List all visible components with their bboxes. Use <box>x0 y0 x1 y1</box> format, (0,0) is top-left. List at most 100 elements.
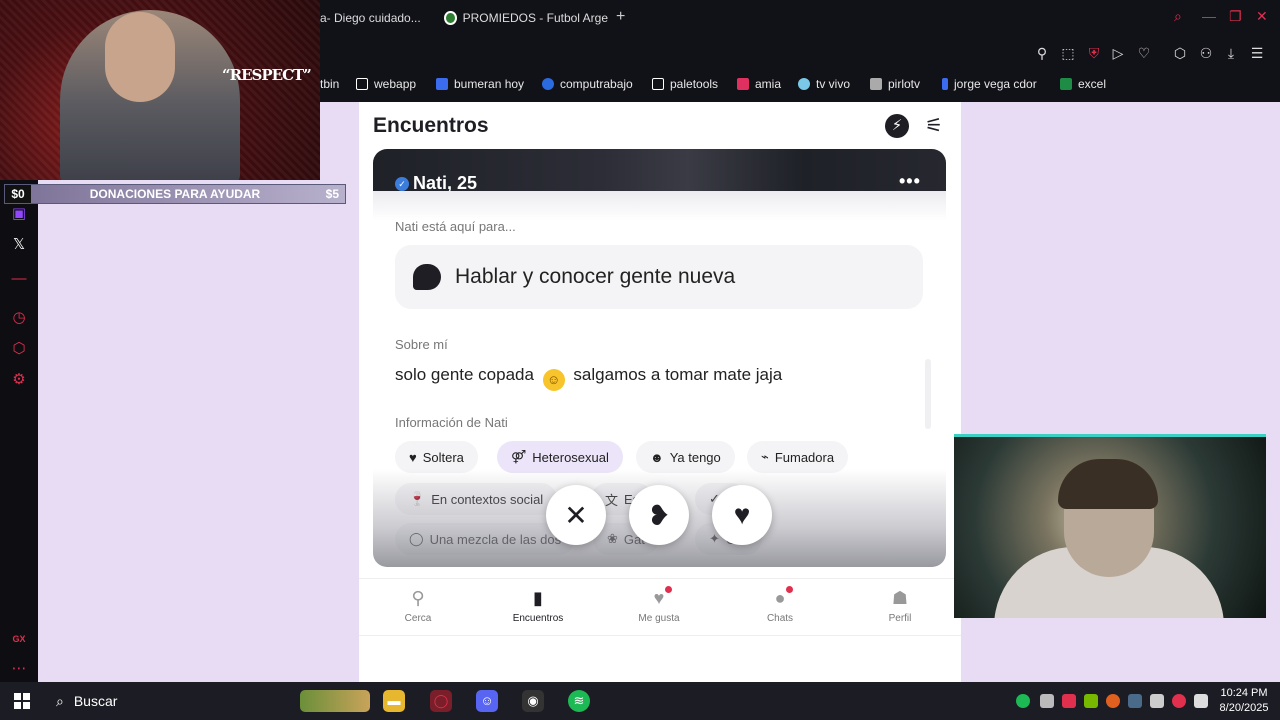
extensions-icon[interactable]: ⬡ <box>1172 45 1188 61</box>
clock-date: 8/20/2025 <box>1219 702 1269 714</box>
taskbar-clock[interactable]: 10:24 PM 8/20/2025 <box>1216 686 1272 716</box>
steam-tray-icon[interactable] <box>1128 694 1142 708</box>
bookmark-label: excel <box>1078 77 1107 91</box>
tab-label: PROMIEDOS - Futbol Arge <box>462 11 608 25</box>
bookmark-jorge-vega[interactable]: jorge vega cdor <box>942 77 1037 91</box>
bookmark-pirlotv[interactable]: pirlotv <box>870 77 920 91</box>
nav-cerca[interactable]: ⚲ Cerca <box>373 587 463 624</box>
windows-start-icon[interactable] <box>14 693 30 709</box>
menu-icon[interactable]: ☰ <box>1249 45 1265 61</box>
bookmark-webapp[interactable]: webapp <box>356 77 416 91</box>
smile-emoji-icon: ☺ <box>542 369 565 391</box>
search-icon[interactable]: ⌕ <box>1174 8 1182 25</box>
gx-icon[interactable]: GX <box>10 630 28 648</box>
nav-encuentros[interactable]: ▮ Encuentros <box>493 587 583 624</box>
tab-diego[interactable]: a- Diego cuidado... <box>320 6 430 30</box>
discord-tray-icon[interactable] <box>1040 694 1054 708</box>
opera-gx-icon[interactable]: ◯ <box>430 690 452 712</box>
account-icon[interactable]: ⚇ <box>1198 45 1214 61</box>
boost-icon[interactable]: ⚡ <box>885 114 909 138</box>
history-icon[interactable]: ◷ <box>10 309 28 327</box>
heart-icon: ♥ <box>409 449 417 465</box>
app-tray-icon[interactable] <box>1062 694 1076 708</box>
discord-icon[interactable]: ☺ <box>476 690 498 712</box>
computrabajo-icon <box>542 78 554 90</box>
nav-chats[interactable]: ● Chats <box>735 586 825 624</box>
shield-icon[interactable]: ⛨ <box>1086 45 1102 61</box>
donation-goal: $5 <box>325 187 339 201</box>
snapshot-icon[interactable]: ⬚ <box>1060 45 1076 61</box>
twitch-icon[interactable]: ▣ <box>10 205 28 223</box>
clock-time: 10:24 PM <box>1220 687 1268 699</box>
network-tray-icon[interactable] <box>1150 694 1164 708</box>
paw-icon: ❀ <box>607 531 618 546</box>
nav-label: Me gusta <box>638 613 680 624</box>
bookmark-label: tbin <box>320 77 340 91</box>
heart-icon[interactable]: ♡ <box>1136 45 1152 61</box>
person-hair <box>1058 459 1158 509</box>
crush-button[interactable]: ❥ <box>629 485 689 545</box>
location-pin-icon: ⚲ <box>411 588 425 608</box>
dislike-button[interactable]: ✕ <box>546 485 606 545</box>
bookmark-tv-vivo[interactable]: tv vivo <box>798 77 850 91</box>
about-text-part1: solo gente copada <box>395 365 534 384</box>
purpose-box: Hablar y conocer gente nueva <box>395 245 923 309</box>
pin-icon[interactable]: ⚲ <box>1034 45 1050 61</box>
x-icon[interactable]: 𝕏 <box>10 236 28 254</box>
chip-soltera: ♥ Soltera <box>395 441 478 473</box>
nvidia-tray-icon[interactable] <box>1084 694 1098 708</box>
bottom-navigation: ⚲ Cerca ▮ Encuentros ♥ Me gusta ● Chats ☗ Per… <box>359 578 961 636</box>
settings-icon[interactable]: ⚙ <box>10 371 28 389</box>
filters-icon[interactable]: ⚟ <box>921 114 947 138</box>
new-tab-button[interactable]: + <box>616 8 625 26</box>
bookmark-bumeran[interactable]: bumeran hoy <box>436 77 524 91</box>
more-icon[interactable]: ⋯ <box>10 660 28 678</box>
like-button[interactable]: ♥ <box>712 485 772 545</box>
minimize-button[interactable]: — <box>1202 8 1216 24</box>
taskbar-search[interactable]: ⌕ Buscar <box>48 686 294 716</box>
bookmark-tbin[interactable]: tbin <box>320 77 339 91</box>
page-icon <box>356 78 368 90</box>
play-icon[interactable]: ▷ <box>1110 45 1126 61</box>
bookmark-excel[interactable]: excel <box>1060 77 1106 91</box>
maximize-button[interactable]: ❐ <box>1229 8 1242 25</box>
spotify-tray-icon[interactable] <box>1016 694 1030 708</box>
purpose-text: Hablar y conocer gente nueva <box>455 265 736 288</box>
close-button[interactable]: ✕ <box>1256 8 1268 25</box>
search-icon: ⌕ <box>56 692 64 709</box>
opera-tray-icon[interactable] <box>1172 694 1186 708</box>
bookmark-label: webapp <box>374 77 417 91</box>
origin-tray-icon[interactable] <box>1106 694 1120 708</box>
file-explorer-icon[interactable]: ▬ <box>383 690 405 712</box>
tv-icon <box>798 78 810 90</box>
more-options-icon[interactable]: ••• <box>899 171 921 192</box>
heart-icon: ♥ <box>648 586 672 609</box>
pirlotv-icon <box>870 78 882 90</box>
volume-tray-icon[interactable] <box>1194 694 1208 708</box>
nav-perfil[interactable]: ☗ Perfil <box>855 587 945 624</box>
chip-label: En contextos social <box>431 491 544 507</box>
spotify-icon[interactable]: ≋ <box>568 690 590 712</box>
bookmark-amia[interactable]: amia <box>737 77 781 91</box>
nav-me-gusta[interactable]: ♥ Me gusta <box>614 586 704 624</box>
chip-label: Una mezcla de las dos <box>429 531 562 547</box>
bookmark-paletools[interactable]: paletools <box>652 77 718 91</box>
search-label: Buscar <box>73 693 118 709</box>
chip-ya-tengo: ☻ Ya tengo <box>636 441 735 473</box>
pet-icon: ☻ <box>650 449 664 465</box>
donation-current: $0 <box>5 185 31 203</box>
bookmark-computrabajo[interactable]: computrabajo <box>542 77 633 91</box>
bubble-icon: ◯ <box>409 531 424 546</box>
notification-dot <box>786 586 793 593</box>
scrollbar[interactable] <box>925 359 931 429</box>
extensions-icon[interactable]: ⬡ <box>10 340 28 358</box>
download-icon[interactable]: ⤓ <box>1223 45 1239 61</box>
obs-icon[interactable]: ◉ <box>522 690 544 712</box>
glass-icon: 🍷 <box>409 491 426 506</box>
chip-drinking: 🍷 En contextos social <box>395 483 558 515</box>
tab-promiedos[interactable]: PROMIEDOS - Futbol Arge <box>444 6 608 30</box>
bookmark-label: computrabajo <box>560 77 633 91</box>
bookmark-label: tv vivo <box>816 77 851 91</box>
widgets-icon[interactable] <box>300 690 370 712</box>
close-icon: ✕ <box>564 499 588 531</box>
